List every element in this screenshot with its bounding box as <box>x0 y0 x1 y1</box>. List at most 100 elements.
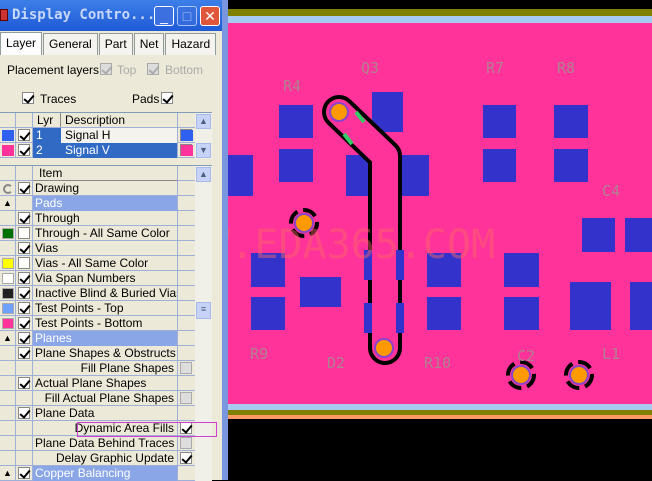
scroll-up-icon[interactable]: ▲ <box>196 167 211 182</box>
item-row[interactable]: Plane Data <box>0 406 195 421</box>
smd-pad[interactable] <box>279 105 313 138</box>
via[interactable] <box>331 104 347 120</box>
close-button[interactable]: ✕ <box>200 6 220 26</box>
item-checkbox[interactable] <box>18 272 30 284</box>
tab-layer[interactable]: Layer <box>0 32 43 55</box>
item-checkbox[interactable] <box>18 377 30 389</box>
item-color-swatch[interactable] <box>2 318 14 329</box>
tab-hazard[interactable]: Hazard <box>165 33 217 55</box>
item-row[interactable]: Via Span Numbers <box>0 271 195 286</box>
pads-checkbox[interactable] <box>161 92 173 104</box>
tab-part[interactable]: Part <box>98 33 133 55</box>
item-color-swatch[interactable] <box>2 303 14 314</box>
description-header[interactable]: Description <box>61 113 125 127</box>
item-checkbox[interactable] <box>18 467 30 479</box>
item-header[interactable]: Item <box>33 166 178 181</box>
item-row[interactable]: Plane Shapes & Obstructs <box>0 346 195 361</box>
title-bar[interactable]: Display Contro... _ □ ✕ <box>0 0 222 31</box>
check-cell <box>16 128 33 143</box>
collapse-icon[interactable]: ▲ <box>3 468 12 478</box>
smd-pad[interactable] <box>279 149 313 182</box>
item-color-swatch[interactable] <box>2 273 14 284</box>
item-color-swatch[interactable] <box>2 288 14 299</box>
item-checkbox[interactable] <box>18 287 30 299</box>
layer-scrollbar[interactable]: ▲ ▼ <box>195 113 212 159</box>
item-color-swatch[interactable] <box>2 258 14 269</box>
collapse-icon[interactable]: ▲ <box>3 198 12 208</box>
item-checkbox[interactable] <box>18 347 30 359</box>
item-row[interactable]: Through - All Same Color <box>0 226 195 241</box>
radio-icon[interactable] <box>3 184 13 194</box>
smd-pad[interactable] <box>570 282 611 330</box>
item-checkbox[interactable] <box>18 182 30 194</box>
layer-visible-checkbox[interactable] <box>18 129 30 141</box>
traces-checkbox[interactable] <box>22 92 34 104</box>
item-option-checkbox[interactable] <box>180 392 192 404</box>
pcb-svg[interactable]: R4 Q3 R7 R8 C4 R9 D2 R10 C2 L1 WWW.EDA365.COM <box>228 0 652 480</box>
check-cell <box>16 226 33 241</box>
item-row[interactable]: Delay Graphic Update <box>0 451 195 466</box>
tab-general[interactable]: General <box>43 33 98 55</box>
smd-pad[interactable] <box>483 105 516 138</box>
smd-pad[interactable] <box>300 277 341 307</box>
smd-pad[interactable] <box>504 253 539 287</box>
item-row[interactable]: Vias - All Same Color <box>0 256 195 271</box>
via[interactable] <box>571 367 587 383</box>
item-row[interactable]: Plane Data Behind Traces <box>0 436 195 451</box>
section-row[interactable]: ▲ Planes <box>0 331 195 346</box>
item-checkbox[interactable] <box>18 212 30 224</box>
via[interactable] <box>376 340 392 356</box>
item-row[interactable]: Drawing <box>0 181 195 196</box>
item-checkbox[interactable] <box>18 302 30 314</box>
smd-pad[interactable] <box>228 155 253 196</box>
item-row[interactable]: Fill Actual Plane Shapes <box>0 391 195 406</box>
item-color-swatch[interactable] <box>2 228 14 239</box>
scroll-thumb[interactable]: ≡ <box>196 302 211 319</box>
tab-net[interactable]: Net <box>133 33 165 55</box>
smd-pad[interactable] <box>251 297 285 330</box>
item-row[interactable]: Inactive Blind & Buried Vias <box>0 286 195 301</box>
smd-pad[interactable] <box>625 218 652 252</box>
item-row[interactable]: Through <box>0 211 195 226</box>
smd-pad[interactable] <box>554 149 588 182</box>
item-checkbox[interactable] <box>18 227 30 239</box>
item-checkbox[interactable] <box>18 317 30 329</box>
minimize-button[interactable]: _ <box>154 6 174 26</box>
smd-pad[interactable] <box>398 155 429 196</box>
item-option-checkbox[interactable] <box>180 437 192 449</box>
lyr-header[interactable]: Lyr <box>33 113 61 127</box>
section-row[interactable]: ▲ Copper Balancing <box>0 466 195 481</box>
pcb-canvas[interactable]: R4 Q3 R7 R8 C4 R9 D2 R10 C2 L1 WWW.EDA365.COM <box>228 0 652 480</box>
scroll-up-icon[interactable]: ▲ <box>196 114 211 129</box>
layer-color-swatch[interactable] <box>2 145 14 156</box>
item-row[interactable]: Fill Plane Shapes <box>0 361 195 376</box>
scroll-down-icon[interactable]: ▼ <box>196 143 211 158</box>
smd-pad[interactable] <box>483 149 516 182</box>
item-checkbox[interactable] <box>18 332 30 344</box>
layer-row[interactable]: 2 Signal V <box>0 143 195 158</box>
smd-pad[interactable] <box>630 282 652 330</box>
item-option-checkbox[interactable] <box>180 452 192 464</box>
item-row[interactable]: Vias <box>0 241 195 256</box>
item-checkbox[interactable] <box>18 257 30 269</box>
item-checkbox[interactable] <box>18 407 30 419</box>
via[interactable] <box>513 367 529 383</box>
smd-pad[interactable] <box>554 105 588 138</box>
item-row[interactable]: Test Points - Bottom <box>0 316 195 331</box>
maximize-button[interactable]: □ <box>177 6 197 26</box>
smd-pad[interactable] <box>427 297 461 330</box>
smd-pad[interactable] <box>504 297 539 330</box>
layer-pad-color-swatch[interactable] <box>181 145 193 156</box>
layer-row[interactable]: 1 Signal H <box>0 128 195 143</box>
layer-pad-color-swatch[interactable] <box>181 130 193 141</box>
section-row[interactable]: ▲ Pads <box>0 196 195 211</box>
item-checkbox[interactable] <box>18 242 30 254</box>
smd-pad[interactable] <box>582 218 615 252</box>
item-option-checkbox[interactable] <box>180 362 192 374</box>
collapse-icon[interactable]: ▲ <box>3 333 12 343</box>
item-row[interactable]: Actual Plane Shapes <box>0 376 195 391</box>
layer-visible-checkbox[interactable] <box>18 144 30 156</box>
item-row[interactable]: Test Points - Top <box>0 301 195 316</box>
color-cell <box>0 271 16 286</box>
layer-color-swatch[interactable] <box>2 130 14 141</box>
